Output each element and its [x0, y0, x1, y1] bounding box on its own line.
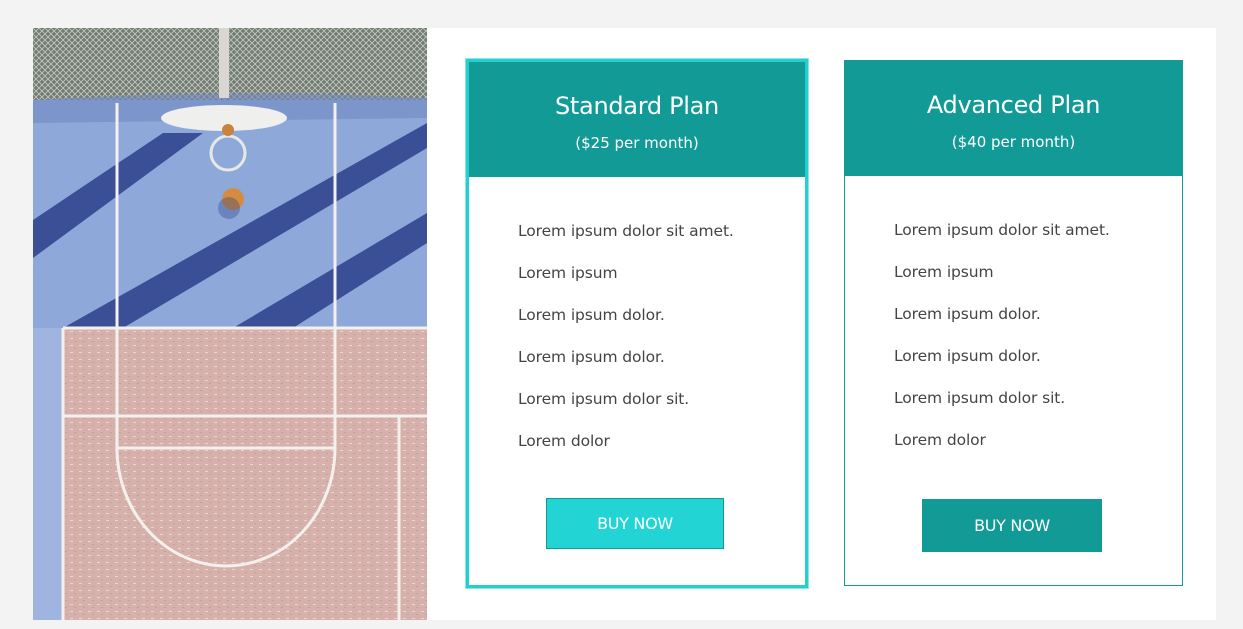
- feature-item: Lorem dolor: [894, 431, 986, 449]
- feature-list: Lorem ipsum dolor sit amet. Lorem ipsum …: [845, 176, 1182, 472]
- standard-plan-header: Standard Plan ($25 per month): [469, 62, 805, 177]
- feature-item: Lorem ipsum dolor sit.: [894, 389, 1066, 407]
- buy-now-button[interactable]: BUY NOW: [922, 499, 1102, 552]
- standard-plan-card: Standard Plan ($25 per month) Lorem ipsu…: [466, 59, 808, 588]
- plan-name: Advanced Plan: [926, 91, 1101, 119]
- feature-item: Lorem ipsum dolor sit.: [518, 390, 690, 408]
- advanced-plan-card: Advanced Plan ($40 per month) Lorem ipsu…: [844, 60, 1183, 586]
- buy-now-button[interactable]: BUY NOW: [546, 498, 724, 549]
- feature-item: Lorem ipsum dolor.: [894, 347, 1041, 365]
- feature-item: Lorem ipsum dolor sit amet.: [518, 222, 734, 240]
- feature-list: Lorem ipsum dolor sit amet. Lorem ipsum …: [469, 177, 805, 473]
- feature-item: Lorem ipsum dolor.: [518, 348, 665, 366]
- feature-item: Lorem ipsum dolor.: [894, 305, 1041, 323]
- advanced-plan-header: Advanced Plan ($40 per month): [845, 61, 1182, 176]
- feature-item: Lorem dolor: [518, 432, 610, 450]
- plan-name: Standard Plan: [555, 92, 719, 120]
- feature-item: Lorem ipsum: [518, 264, 618, 282]
- feature-item: Lorem ipsum dolor.: [518, 306, 665, 324]
- plan-price: ($40 per month): [951, 133, 1076, 151]
- basketball-court-image: [33, 28, 427, 620]
- feature-item: Lorem ipsum dolor sit amet.: [894, 221, 1110, 239]
- plan-price: ($25 per month): [575, 134, 699, 152]
- feature-item: Lorem ipsum: [894, 263, 994, 281]
- pricing-panel: Standard Plan ($25 per month) Lorem ipsu…: [33, 28, 1216, 620]
